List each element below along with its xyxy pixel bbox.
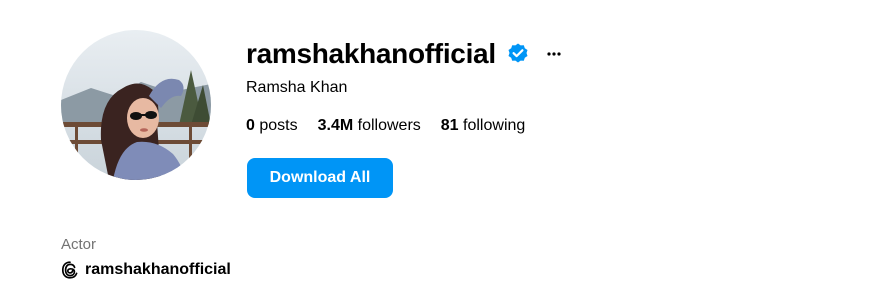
- profile-photo: [61, 30, 211, 180]
- posts-label: posts: [259, 117, 298, 134]
- username-row: ramshakhanofficial: [246, 34, 562, 74]
- followers-count: 3.4M: [317, 117, 354, 134]
- profile-stats: 0 posts 3.4M followers 81 following: [246, 117, 545, 135]
- more-options-icon[interactable]: [546, 46, 562, 62]
- following-count: 81: [440, 117, 459, 134]
- following-label: following: [463, 117, 526, 134]
- full-name: Ramsha Khan: [246, 79, 348, 96]
- followers-stat[interactable]: 3.4M followers: [318, 117, 421, 135]
- profile-header: ramshakhanofficial Ramsha Khan 0 posts 3…: [0, 0, 874, 287]
- username[interactable]: ramshakhanofficial: [246, 38, 496, 70]
- verified-badge-icon: [506, 42, 530, 66]
- following-stat[interactable]: 81 following: [441, 117, 526, 135]
- posts-count: 0: [246, 117, 255, 134]
- followers-label: followers: [357, 117, 421, 134]
- avatar[interactable]: [61, 30, 211, 180]
- download-all-button[interactable]: Download All: [247, 158, 393, 198]
- threads-link[interactable]: ramshakhanofficial: [61, 261, 231, 279]
- profile-category: Actor: [61, 236, 97, 253]
- posts-stat: 0 posts: [246, 117, 298, 135]
- threads-icon: [61, 261, 79, 279]
- threads-handle: ramshakhanofficial: [85, 261, 231, 278]
